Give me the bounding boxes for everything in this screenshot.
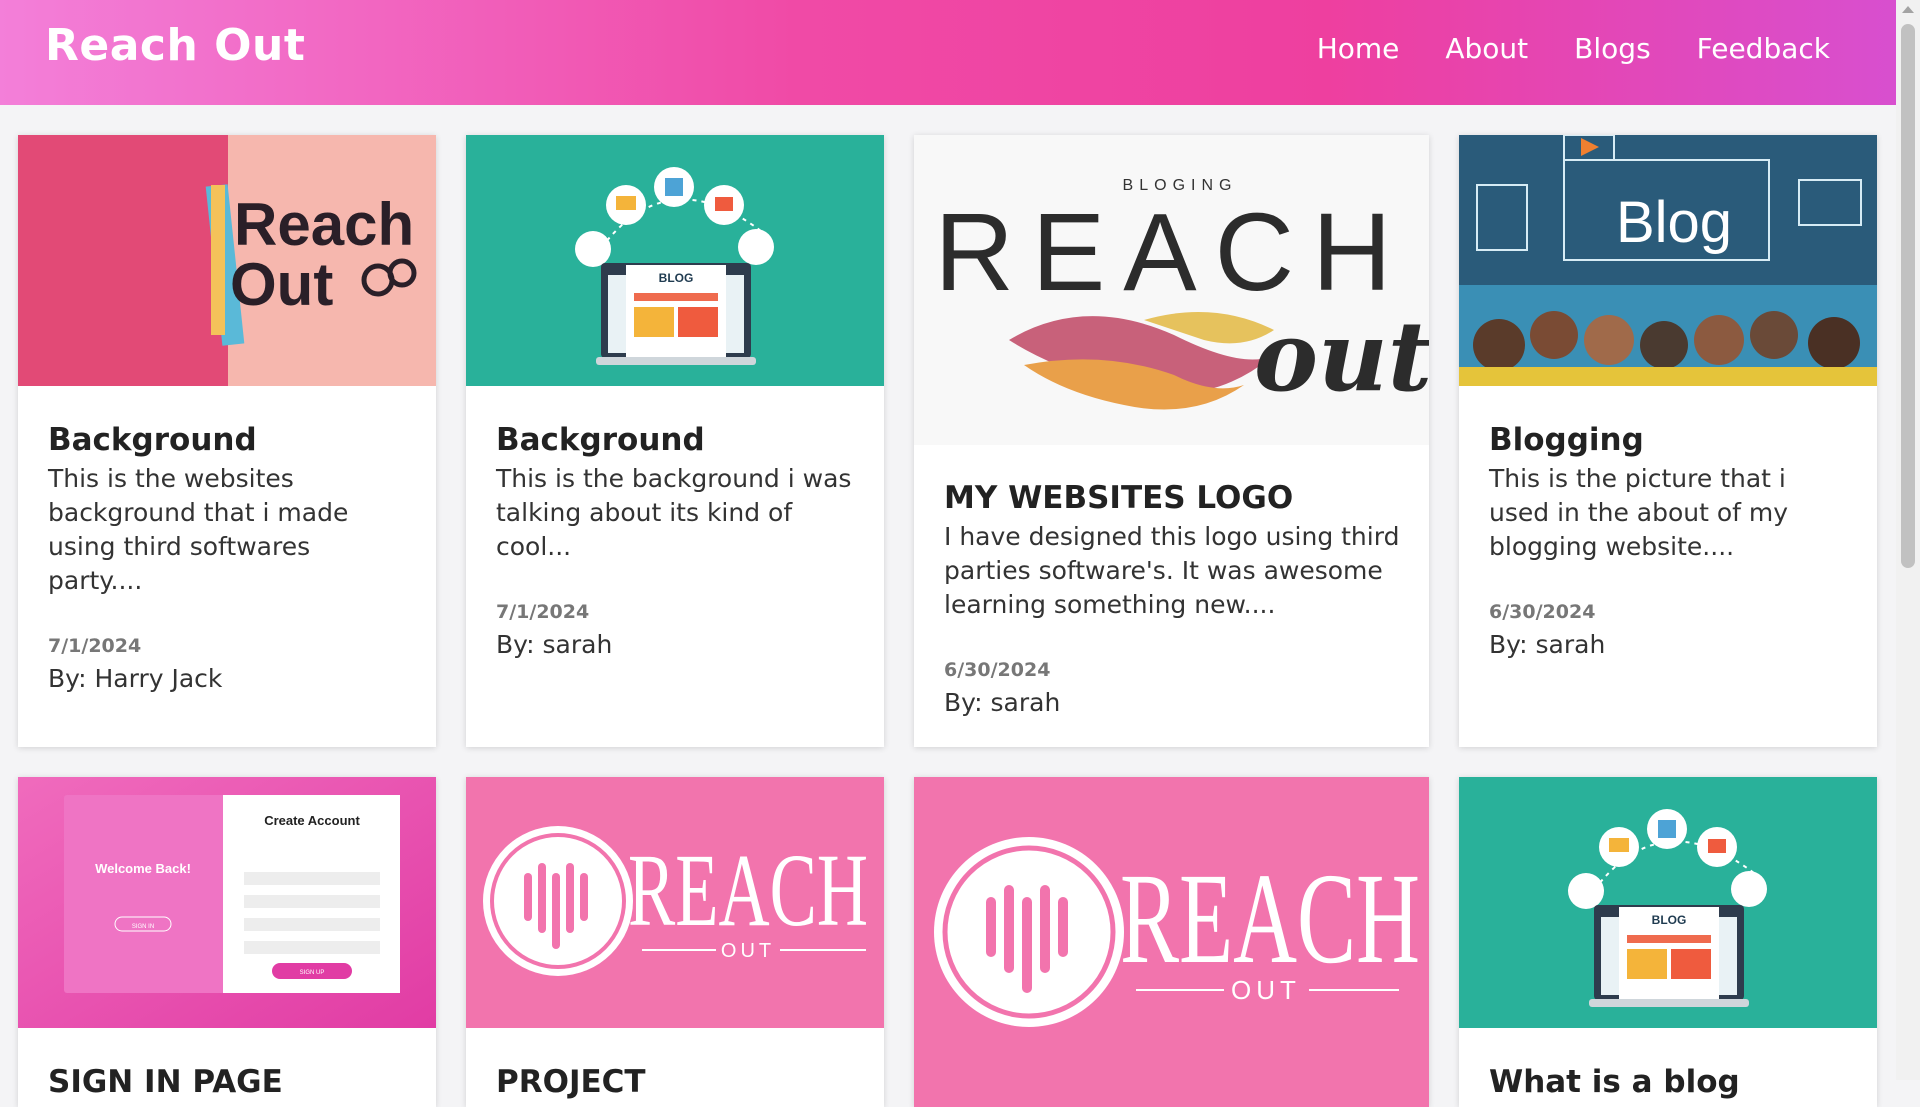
svg-text:REACH: REACH — [1120, 847, 1420, 991]
main-nav: Home About Blogs Feedback — [1317, 32, 1830, 65]
blog-card[interactable]: BLOGING REACH out MY WEBSITES LOGO I hav… — [914, 135, 1429, 747]
card-title[interactable]: SIGN IN PAGE — [48, 1062, 410, 1102]
svg-text:OUT: OUT — [721, 940, 775, 962]
card-title[interactable]: PROJECT — [496, 1062, 858, 1102]
nav-home[interactable]: Home — [1317, 32, 1400, 65]
card-image: Welcome Back! SIGN IN Create Account SIG… — [18, 777, 436, 1028]
card-author: By: Harry Jack — [48, 664, 223, 693]
card-description: This is the background i was talking abo… — [496, 464, 852, 561]
card-author: By: sarah — [1489, 630, 1606, 659]
svg-text:Out: Out — [230, 251, 333, 318]
blog-card[interactable]: Welcome Back! SIGN IN Create Account SIG… — [18, 777, 436, 1107]
svg-text:Create Account: Create Account — [264, 813, 360, 828]
nav-about[interactable]: About — [1445, 32, 1528, 65]
svg-text:Welcome Back!: Welcome Back! — [95, 861, 191, 876]
card-author: By: sarah — [944, 688, 1061, 717]
svg-text:REACH: REACH — [628, 833, 868, 948]
page-scrollbar[interactable] — [1896, 0, 1920, 1080]
svg-text:BLOG: BLOG — [659, 271, 694, 285]
card-description: This is the picture that i used in the a… — [1489, 464, 1789, 561]
svg-text:OUT: OUT — [1231, 975, 1301, 1005]
card-author: By: sarah — [496, 630, 613, 659]
card-image: BLOG — [466, 135, 884, 386]
card-description: I have designed this logo using third pa… — [944, 522, 1400, 619]
card-title[interactable]: Background — [48, 420, 410, 460]
nav-feedback[interactable]: Feedback — [1697, 32, 1830, 65]
svg-text:BLOG: BLOG — [1652, 913, 1687, 927]
card-image: BLOG — [1459, 777, 1877, 1028]
svg-text:REACH: REACH — [934, 191, 1409, 314]
blog-card[interactable]: REACH OUT — [914, 777, 1429, 1107]
blog-card[interactable]: Reach Out Background This is the website… — [18, 135, 436, 747]
card-image: BLOGING REACH out — [914, 135, 1429, 445]
site-header: Reach Out Home About Blogs Feedback — [0, 0, 1896, 105]
blog-card[interactable]: Blog Blogging This is the picture that i… — [1459, 135, 1877, 747]
svg-text:SIGN IN: SIGN IN — [132, 924, 154, 930]
blog-card[interactable]: REACH OUT PROJECT — [466, 777, 884, 1107]
site-logo[interactable]: Reach Out — [45, 20, 305, 71]
card-image: Blog — [1459, 135, 1877, 386]
card-date: 6/30/2024 — [1489, 601, 1596, 623]
scroll-thumb[interactable] — [1901, 24, 1915, 568]
card-date: 7/1/2024 — [48, 635, 142, 657]
blog-card[interactable]: BLOG Background This is the background i… — [466, 135, 884, 747]
svg-text:Blog: Blog — [1616, 190, 1732, 255]
card-title[interactable]: Background — [496, 420, 858, 460]
card-description: This is the websites background that i m… — [48, 464, 349, 595]
card-image: REACH OUT — [914, 777, 1429, 1107]
card-image-text: Reach — [234, 191, 414, 258]
svg-text:SIGN UP: SIGN UP — [300, 970, 325, 976]
svg-text:out: out — [1254, 300, 1429, 413]
card-title[interactable]: What is a blog — [1489, 1062, 1851, 1102]
card-image: Reach Out — [18, 135, 436, 386]
card-title[interactable]: Blogging — [1489, 420, 1851, 460]
card-date: 7/1/2024 — [496, 601, 590, 623]
card-image: REACH OUT — [466, 777, 884, 1028]
scroll-up-arrow-icon[interactable] — [1902, 6, 1914, 13]
blog-card[interactable]: BLOG What is a blog — [1459, 777, 1877, 1107]
card-title[interactable]: MY WEBSITES LOGO — [944, 478, 1403, 518]
nav-blogs[interactable]: Blogs — [1574, 32, 1650, 65]
card-date: 6/30/2024 — [944, 659, 1051, 681]
